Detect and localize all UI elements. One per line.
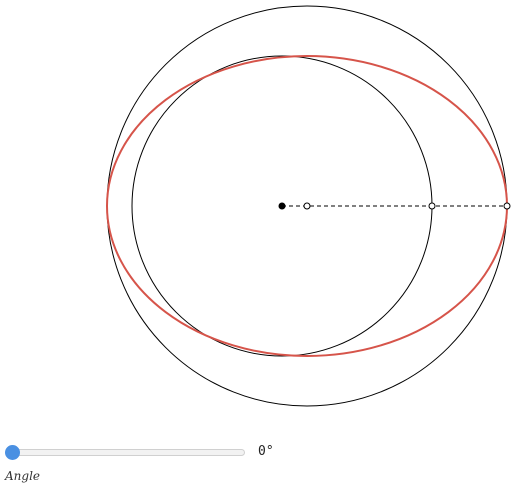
angle-value: 0° <box>258 444 274 459</box>
inner-circle-point[interactable] <box>428 202 436 210</box>
angle-slider-thumb[interactable] <box>5 445 20 460</box>
center-point[interactable] <box>278 202 286 210</box>
outer-circle-point[interactable] <box>503 202 511 210</box>
angle-label: Angle <box>5 469 41 483</box>
focus-point[interactable] <box>303 202 311 210</box>
angle-slider-track[interactable] <box>7 449 245 456</box>
angle-slider-row: 0° <box>0 440 517 466</box>
ellipse-circles-diagram <box>106 5 511 407</box>
